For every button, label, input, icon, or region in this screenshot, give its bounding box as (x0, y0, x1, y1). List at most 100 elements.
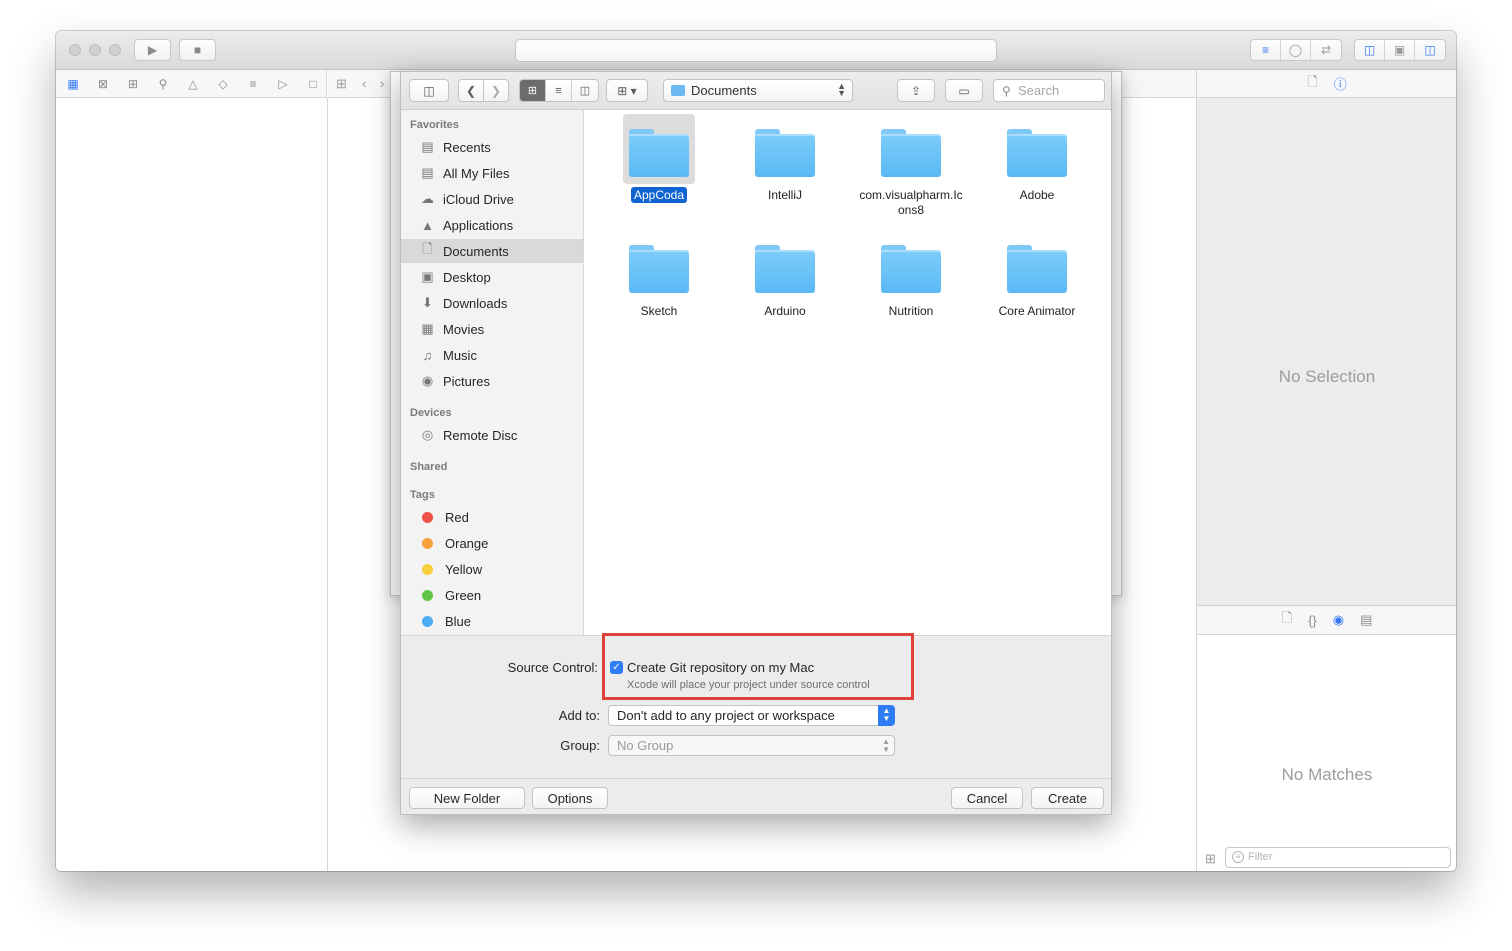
file-inspector-icon[interactable]: 🗋 (1307, 73, 1317, 95)
arrange-button[interactable]: ⊞ ▾ (606, 79, 648, 102)
sidebar-item-recents[interactable]: ▤ Recents (401, 135, 583, 159)
utilities-area: 🗋 ⓘ No Selection 🗋 {} ◉ ▤ No Matches ⊞ ≡… (1196, 70, 1456, 871)
folder-icon (671, 85, 685, 96)
quick-help-icon[interactable]: ⓘ (1334, 74, 1347, 93)
cancel-button[interactable]: Cancel (951, 787, 1023, 809)
search-placeholder: Search (1018, 83, 1060, 98)
downloads-icon: ⬇ (422, 295, 433, 310)
folder-icon (629, 245, 689, 293)
dialog-toolbar: ◫ ❮ ❯ ⊞ ≡ ◫ ⊞ ▾ Documents ▲ ▼ ⇪ ▭ ⚲ Searc… (401, 72, 1111, 110)
folder-item[interactable]: Arduino (722, 230, 848, 319)
panel-toggle-control[interactable]: ◫ ▣ ◫ (1354, 39, 1446, 61)
source-control-label: Source Control: (507, 660, 598, 675)
sidebar-item-pictures[interactable]: ◉ Pictures (401, 369, 583, 393)
sidebar-tag-orange[interactable]: Orange (401, 531, 583, 555)
version-editor-icon[interactable]: ⇄ (1311, 40, 1341, 60)
list-view-icon[interactable]: ≡ (546, 80, 572, 101)
media-library-icon[interactable]: ▤ (1360, 612, 1372, 628)
view-mode-control[interactable]: ⊞ ≡ ◫ (519, 79, 599, 102)
share-button[interactable]: ⇪ (897, 79, 935, 102)
add-to-label: Add to: (558, 708, 600, 723)
source-control-navigator-icon[interactable]: ⊠ (94, 77, 112, 91)
find-navigator-icon[interactable]: ⚲ (154, 77, 172, 91)
new-folder-button[interactable]: New Folder (409, 787, 525, 809)
debug-navigator-icon[interactable]: ≡ (244, 77, 262, 91)
options-button[interactable]: Options (532, 787, 608, 809)
sidebar-tag-blue[interactable]: Blue (401, 609, 583, 633)
location-popup[interactable]: Documents ▲ ▼ (663, 79, 853, 102)
folder-item[interactable]: Core Animator (974, 230, 1100, 319)
filter-input[interactable]: ≡ Filter (1225, 847, 1451, 868)
movies-icon: ▦ (421, 321, 434, 336)
debug-area-toggle-icon[interactable]: ▣ (1385, 40, 1415, 60)
filter-icon: ≡ (1232, 851, 1244, 863)
sidebar-tag-yellow[interactable]: Yellow (401, 557, 583, 581)
sidebar-item-applications[interactable]: ▲ Applications (401, 213, 583, 237)
inspector-selector-bar: 🗋 ⓘ (1197, 70, 1456, 98)
applications-icon: ▲ (421, 217, 434, 233)
sidebar-item-all-my-files[interactable]: ▤ All My Files (401, 161, 583, 185)
test-navigator-icon[interactable]: ◇ (214, 77, 232, 91)
chevron-left-icon: ❮ (465, 83, 477, 98)
tag-dot-icon (422, 537, 433, 549)
sidebar-tag-green[interactable]: Green (401, 583, 583, 607)
sidebar-item-remote-disc[interactable]: ◎ Remote Disc (401, 423, 583, 447)
folder-item[interactable]: Adobe (974, 114, 1100, 203)
sidebar-item-label: Pictures (443, 373, 490, 389)
tag-dot-icon (422, 589, 433, 601)
chevron-right-icon[interactable]: › (380, 76, 384, 91)
editor-mode-control[interactable]: ≡ ◯ ⇄ (1250, 39, 1342, 61)
sidebar-tag-red[interactable]: Red (401, 505, 583, 529)
sidebar-item-downloads[interactable]: ⬇ Downloads (401, 291, 583, 315)
zoom-window-button[interactable] (109, 44, 121, 56)
dialog-sidebar: Favorites ▤ Recents ▤ All My Files ☁ iCloud… (401, 110, 584, 635)
create-button[interactable]: Create (1031, 787, 1104, 809)
utilities-toggle-icon[interactable]: ◫ (1415, 40, 1445, 60)
back-button[interactable]: ❮ (458, 79, 484, 102)
folder-item[interactable]: com.visualpharm.Icons8 (848, 114, 974, 218)
navigator-toggle-icon[interactable]: ◫ (1355, 40, 1385, 60)
run-button[interactable]: ▶ (134, 39, 171, 61)
group-popup[interactable]: No Group ▲ ▼ (608, 735, 895, 756)
tag-button[interactable]: ▭ (945, 79, 983, 102)
folder-item[interactable]: IntelliJ (722, 114, 848, 203)
code-snippet-icon[interactable]: {} (1308, 613, 1317, 628)
assistant-editor-icon[interactable]: ◯ (1281, 40, 1311, 60)
sidebar-item-music[interactable]: ♫ Music (401, 343, 583, 367)
cloud-icon: ☁ (421, 191, 434, 206)
folder-item[interactable]: Sketch (596, 230, 722, 319)
sidebar-item-icloud-drive[interactable]: ☁ iCloud Drive (401, 187, 583, 211)
add-to-popup[interactable]: Don't add to any project or workspace ▲ ▼ (608, 705, 895, 726)
file-template-icon[interactable]: 🗋 (1282, 609, 1292, 631)
folder-name: AppCoda (596, 187, 722, 203)
favorites-header: Favorites (410, 119, 459, 131)
object-library-icon[interactable]: ◉ (1333, 612, 1344, 628)
chevron-updown-icon: ▲ ▼ (882, 737, 890, 754)
folder-item[interactable]: AppCoda (596, 114, 722, 203)
grid-view-icon[interactable]: ⊞ (1205, 851, 1216, 867)
sidebar-toggle-button[interactable]: ◫ (409, 79, 449, 102)
project-navigator-icon[interactable]: ▦ (64, 77, 82, 91)
navigator-area (56, 98, 328, 871)
search-icon: ⚲ (1002, 84, 1011, 98)
folder-icon (755, 129, 815, 177)
symbol-navigator-icon[interactable]: ⊞ (124, 77, 142, 91)
git-checkbox[interactable]: ✓ (610, 661, 623, 674)
search-input[interactable]: ⚲ Search (993, 79, 1105, 102)
issue-navigator-icon[interactable]: △ (184, 77, 202, 91)
stop-button[interactable]: ■ (179, 39, 216, 61)
icon-view-icon[interactable]: ⊞ (520, 80, 546, 101)
minimize-window-button[interactable] (89, 44, 101, 56)
related-items-icon[interactable]: ⊞ (336, 76, 347, 92)
close-window-button[interactable] (69, 44, 81, 56)
breakpoint-navigator-icon[interactable]: ▷ (274, 77, 292, 91)
sidebar-item-movies[interactable]: ▦ Movies (401, 317, 583, 341)
folder-item[interactable]: Nutrition (848, 230, 974, 319)
standard-editor-icon[interactable]: ≡ (1251, 40, 1281, 60)
forward-button[interactable]: ❯ (483, 79, 509, 102)
column-view-icon[interactable]: ◫ (572, 80, 598, 101)
sidebar-item-desktop[interactable]: ▣ Desktop (401, 265, 583, 289)
report-navigator-icon[interactable]: □ (304, 77, 322, 91)
sidebar-item-documents[interactable]: 🗋 Documents (401, 239, 583, 263)
chevron-left-icon[interactable]: ‹ (362, 76, 366, 91)
